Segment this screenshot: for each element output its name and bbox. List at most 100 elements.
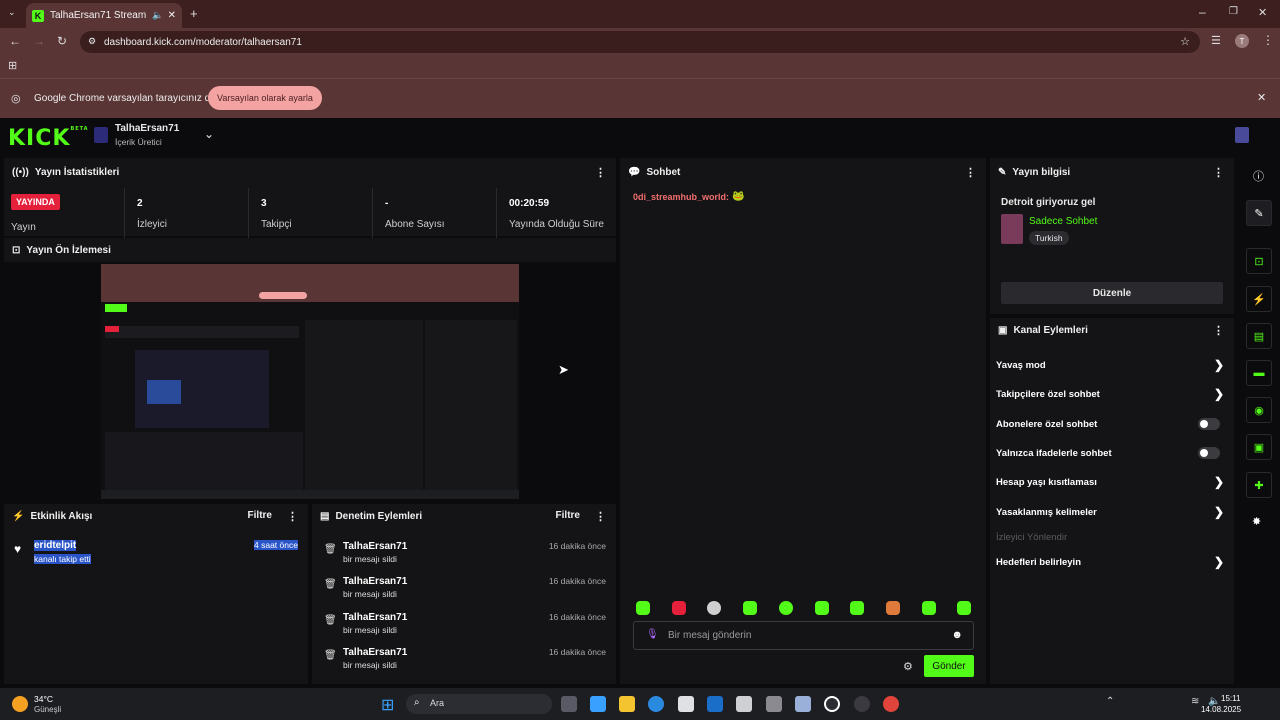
chat-settings-gear-icon[interactable]: ⚙ (903, 660, 913, 673)
info-icon[interactable]: ⓘ (1253, 168, 1264, 184)
activity-user[interactable]: eridtelpit (34, 540, 77, 551)
edge-icon[interactable] (648, 696, 664, 712)
reload-icon[interactable]: ↻ (57, 34, 67, 48)
emotes-only-toggle[interactable] (1198, 447, 1220, 459)
stats-menu-icon[interactable]: ⋮ (595, 166, 606, 179)
kick-logo[interactable]: KICKBETA (8, 126, 89, 151)
modlog-user[interactable]: TalhaErsan71 (343, 541, 407, 552)
bolt-rail-icon[interactable]: ⚡ (1246, 286, 1272, 312)
banned-words-row[interactable]: Yasaklanmış kelimeler ❯ (996, 498, 1228, 526)
document-icon[interactable]: ▤ (1246, 323, 1272, 349)
minimize-icon[interactable]: – (1199, 5, 1206, 19)
forward-icon[interactable]: → (33, 34, 45, 48)
clock-time[interactable]: 15:11 (1221, 694, 1240, 703)
modlog-action: bir mesajı sildi (343, 554, 397, 564)
outlook-icon[interactable] (707, 696, 723, 712)
emoji-picker-icon[interactable]: ☻ (951, 629, 963, 641)
emote-button[interactable] (672, 601, 686, 615)
windows-start-icon[interactable]: ⊞ (381, 695, 394, 715)
app-icon[interactable] (795, 696, 811, 712)
clock-date[interactable]: 14.08.2025 (1201, 705, 1241, 714)
emote-button[interactable] (707, 601, 721, 615)
activity-menu-icon[interactable]: ⋮ (287, 510, 298, 523)
tab-search-icon[interactable]: ⌄ (8, 7, 16, 18)
chat-rail-icon[interactable]: ▬ (1246, 360, 1272, 386)
obs-icon[interactable] (824, 696, 840, 712)
file-explorer-icon[interactable] (619, 696, 635, 712)
wifi-icon[interactable]: ≋ (1191, 696, 1199, 707)
activity-filter-button[interactable]: Filtre (248, 510, 272, 521)
app-icon[interactable] (736, 696, 752, 712)
maximize-icon[interactable]: ❐ (1229, 6, 1238, 17)
audio-icon[interactable]: 🔈 (152, 10, 163, 21)
app-icon[interactable] (766, 696, 782, 712)
apps-grid-icon[interactable]: ⊞ (8, 59, 17, 72)
emote-button[interactable] (850, 601, 864, 615)
stat-value: 3 (261, 198, 267, 209)
chrome-menu-icon[interactable]: ⋮ (1262, 33, 1274, 47)
followers-only-row[interactable]: Takipçilere özel sohbet ❯ (996, 380, 1228, 408)
emote-button[interactable] (636, 601, 650, 615)
site-info-icon[interactable]: ⚙ (88, 36, 96, 47)
modlog-menu-icon[interactable]: ⋮ (595, 510, 606, 523)
chat-menu-icon[interactable]: ⋮ (965, 166, 976, 179)
back-icon[interactable]: ← (9, 34, 21, 48)
subscribers-only-toggle[interactable] (1198, 418, 1220, 430)
screen-capture-icon[interactable]: ⊡ (1246, 248, 1272, 274)
profile-avatar[interactable]: T (1235, 34, 1249, 48)
modlog-user[interactable]: TalhaErsan71 (343, 576, 407, 587)
bolt-icon: ⚡ (12, 510, 25, 522)
chrome-taskbar-icon[interactable] (883, 696, 899, 712)
set-goals-row[interactable]: Hedefleri belirleyin ❯ (996, 548, 1228, 576)
weather-sun-icon (12, 696, 28, 712)
send-button[interactable]: Gönder (924, 655, 974, 677)
address-bar[interactable]: ⚙ dashboard.kick.com/moderator/talhaersa… (80, 31, 1200, 53)
category-name[interactable]: Sadece Sohbet (1029, 216, 1097, 227)
new-tab-icon[interactable]: + (190, 6, 198, 21)
app-icon[interactable] (854, 696, 870, 712)
chat-input[interactable]: 🎙 Bir mesaj gönderin ☻ (633, 621, 974, 650)
modlog-action: bir mesajı sildi (343, 625, 397, 635)
chevron-right-icon: ❯ (1213, 358, 1224, 372)
channel-switch-chevron-icon[interactable]: ⌄ (204, 127, 214, 141)
modlog-filter-button[interactable]: Filtre (556, 510, 580, 521)
emote-button[interactable] (922, 601, 936, 615)
edit-stream-button[interactable]: Düzenle (1001, 282, 1223, 304)
user-avatar[interactable] (1235, 127, 1249, 143)
tab-close-icon[interactable]: ✕ (168, 10, 176, 21)
slow-mode-row[interactable]: Yavaş mod ❯ (996, 351, 1228, 379)
emote-button[interactable] (779, 601, 793, 615)
streaminfo-menu-icon[interactable]: ⋮ (1213, 166, 1224, 179)
wrench-icon[interactable]: ✚ (1246, 472, 1272, 498)
modlog-user[interactable]: TalhaErsan71 (343, 647, 407, 658)
microphone-icon[interactable]: 🎙 (646, 629, 659, 640)
weather-temp[interactable]: 34°C (34, 694, 53, 704)
emote-button[interactable] (957, 601, 971, 615)
emote-button[interactable] (815, 601, 829, 615)
stat-label: Takipçi (261, 219, 292, 230)
task-view-icon[interactable] (561, 696, 577, 712)
channel-actions-menu-icon[interactable]: ⋮ (1213, 324, 1224, 337)
broadcast-rail-icon[interactable]: ◉ (1246, 397, 1272, 423)
edit-rail-icon[interactable]: ✎ (1246, 200, 1272, 226)
bookmark-star-icon[interactable]: ☆ (1180, 35, 1190, 48)
account-age-row[interactable]: Hesap yaşı kısıtlaması ❯ (996, 468, 1228, 496)
browser-tab[interactable]: K TalhaErsan71 Stream - Kick 🔈 ✕ (26, 3, 182, 28)
store-icon[interactable] (678, 696, 694, 712)
emote-button[interactable] (743, 601, 757, 615)
reading-list-icon[interactable]: ☰ (1211, 34, 1221, 47)
tray-expand-icon[interactable]: ⌃ (1106, 696, 1114, 707)
emote-button[interactable] (886, 601, 900, 615)
search-icon: ⌕ (414, 697, 420, 708)
infobar-close-icon[interactable]: ✕ (1257, 91, 1266, 104)
taskbar-search[interactable]: ⌕ Ara (406, 694, 552, 714)
modlog-user[interactable]: TalhaErsan71 (343, 612, 407, 623)
trash-icon: 🗑 (324, 650, 337, 661)
window-close-icon[interactable]: ✕ (1258, 6, 1267, 19)
list-rail-icon[interactable]: ▣ (1246, 434, 1272, 460)
rail-settings-icon[interactable]: ✸ (1252, 515, 1261, 528)
set-default-button[interactable]: Varsayılan olarak ayarla (208, 86, 322, 110)
copilot-icon[interactable] (590, 696, 606, 712)
chat-username[interactable]: 0di_streamhub_world: (633, 192, 729, 202)
stream-preview-video[interactable] (101, 264, 519, 499)
